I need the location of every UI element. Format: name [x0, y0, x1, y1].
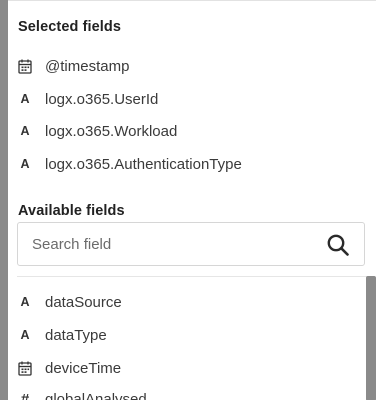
hash-icon: # — [18, 391, 32, 400]
field-name: globalAnalysed — [45, 390, 147, 400]
search-input[interactable] — [32, 233, 312, 255]
selected-field-authenticationtype[interactable]: A logx.o365.AuthenticationType — [18, 153, 242, 175]
available-field-globalanalysed[interactable]: # globalAnalysed — [18, 388, 147, 400]
field-type-label: A — [20, 124, 30, 138]
field-name: deviceTime — [45, 359, 122, 377]
field-sidebar: Selected fields @timestamp A logx.o365.U… — [0, 0, 384, 400]
letter-a-icon: A — [18, 156, 32, 172]
available-field-datatype[interactable]: A dataType — [18, 324, 107, 346]
letter-a-icon: A — [18, 294, 32, 310]
letter-a-icon: A — [18, 91, 32, 107]
field-name: logx.o365.AuthenticationType — [45, 155, 242, 173]
available-fields-title: Available fields — [18, 203, 125, 219]
field-type-label: A — [20, 295, 30, 309]
fields-panel: Selected fields @timestamp A logx.o365.U… — [8, 0, 376, 400]
field-name: logx.o365.UserId — [45, 90, 159, 108]
right-gutter — [376, 0, 384, 400]
field-name: dataType — [45, 326, 107, 344]
letter-a-icon: A — [18, 123, 32, 139]
field-type-label: A — [20, 157, 30, 171]
scrollbar-thumb[interactable] — [366, 276, 376, 400]
field-type-label: A — [20, 92, 30, 106]
calendar-icon — [18, 360, 32, 376]
search-field-box — [17, 222, 365, 266]
calendar-icon — [18, 58, 32, 74]
selected-fields-title: Selected fields — [18, 19, 122, 35]
left-panel-edge — [0, 0, 8, 400]
field-type-label: # — [20, 390, 30, 400]
available-field-devicetime[interactable]: deviceTime — [18, 357, 121, 379]
selected-field-workload[interactable]: A logx.o365.Workload — [18, 120, 177, 142]
field-type-label: A — [20, 328, 30, 342]
divider — [17, 276, 373, 277]
search-icon[interactable] — [326, 233, 350, 257]
letter-a-icon: A — [18, 327, 32, 343]
selected-field-userid[interactable]: A logx.o365.UserId — [18, 88, 158, 110]
field-name: @timestamp — [45, 57, 130, 75]
selected-field-timestamp[interactable]: @timestamp — [18, 55, 129, 77]
available-field-datasource[interactable]: A dataSource — [18, 291, 122, 313]
field-name: logx.o365.Workload — [45, 122, 178, 140]
field-name: dataSource — [45, 293, 122, 311]
